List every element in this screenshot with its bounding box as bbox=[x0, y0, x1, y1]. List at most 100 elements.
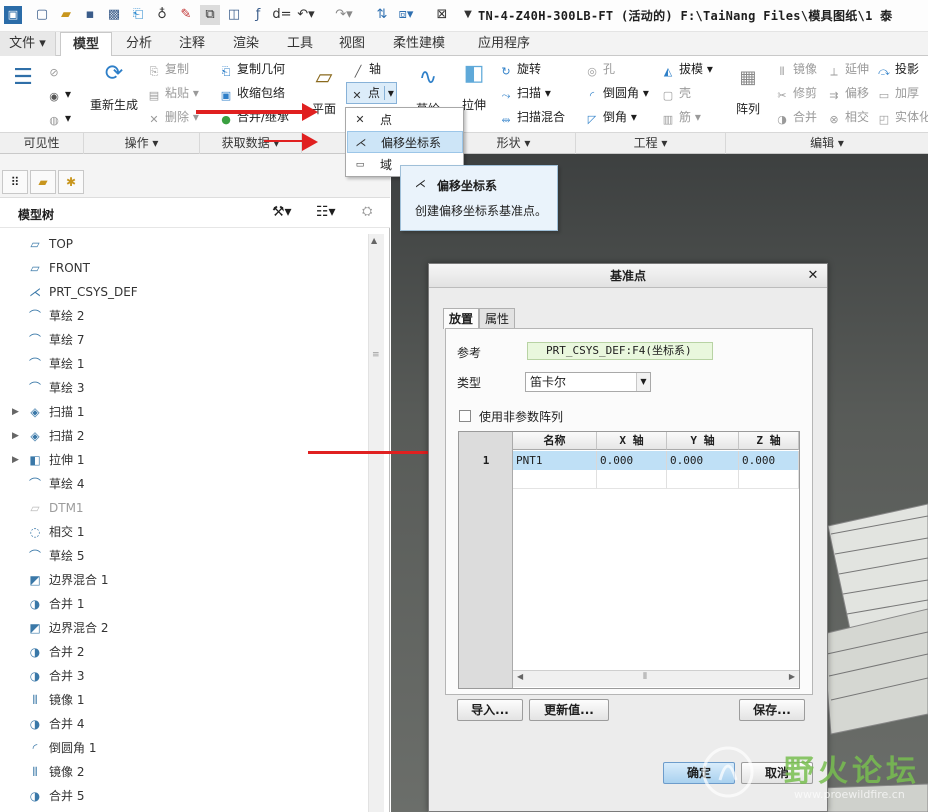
redo-icon[interactable]: ↷▾ bbox=[334, 5, 354, 25]
intersect-button[interactable]: ⊗ 相交 bbox=[826, 107, 869, 127]
tree-item[interactable]: ◑ 合并 4 bbox=[0, 712, 368, 736]
empty-cell[interactable] bbox=[597, 470, 667, 489]
tree-item[interactable]: ◩ 边界混合 1 bbox=[0, 568, 368, 592]
round-button[interactable]: ◜ 倒圆角 ▾ bbox=[584, 83, 649, 103]
tree-item[interactable]: ▶ ◈ 扫描 2 bbox=[0, 424, 368, 448]
reference-field[interactable]: PRT_CSYS_DEF:F4(坐标系) bbox=[527, 342, 713, 360]
regenerate-icon[interactable]: ⎗ bbox=[128, 5, 148, 25]
expand-arrow-icon[interactable]: ▶ bbox=[12, 400, 22, 424]
shell-button[interactable]: ▢ 壳 bbox=[660, 83, 691, 103]
row-index[interactable]: 1 bbox=[459, 451, 513, 470]
column-header-name[interactable]: 名称 bbox=[513, 432, 597, 450]
axis-button[interactable]: ╱ 轴 bbox=[350, 59, 381, 79]
delete-button[interactable]: ✕ 删除 ▾ bbox=[146, 107, 198, 127]
tree-item[interactable]: ⋌ PRT_CSYS_DEF bbox=[0, 280, 368, 304]
window-icon[interactable]: ⧉ bbox=[200, 5, 220, 25]
tree-item[interactable]: ◌ 相交 1 bbox=[0, 520, 368, 544]
tab-flexible-modeling[interactable]: 柔性建模 bbox=[384, 32, 454, 56]
tab-placement[interactable]: 放置 bbox=[443, 308, 480, 329]
scroll-up-icon[interactable]: ▲ bbox=[371, 236, 377, 245]
column-header-y[interactable]: Y 轴 bbox=[667, 432, 739, 450]
table-horizontal-scrollbar[interactable]: ◀ ⦀ ▶ bbox=[513, 670, 799, 687]
tree-item[interactable]: ⌒ 草绘 4 bbox=[0, 472, 368, 496]
regenerate-button[interactable]: ⟳ 重新生成 bbox=[88, 58, 140, 113]
quick-access-menu-icon[interactable]: ▼ bbox=[458, 5, 478, 25]
mirror-icon[interactable]: ◫ bbox=[224, 5, 244, 25]
scroll-grip-icon[interactable]: ≡ bbox=[372, 350, 380, 360]
trim-button[interactable]: ✂ 修剪 bbox=[774, 83, 817, 103]
app-icon[interactable]: ▣ bbox=[4, 6, 22, 24]
tab-render[interactable]: 渲染 bbox=[222, 32, 270, 56]
expand-arrow-icon[interactable]: ▶ bbox=[12, 448, 22, 472]
tab-applications[interactable]: 应用程序 bbox=[466, 32, 542, 56]
tab-tools[interactable]: 工具 bbox=[276, 32, 324, 56]
swept-blend-button[interactable]: ⥈ 扫描混合 bbox=[498, 107, 565, 127]
tree-item[interactable]: ⌒ 草绘 1 bbox=[0, 352, 368, 376]
switch-icon[interactable]: ⇅ bbox=[372, 5, 392, 25]
offset-button[interactable]: ⇉ 偏移 bbox=[826, 83, 869, 103]
tab-view[interactable]: 视图 bbox=[328, 32, 376, 56]
cell-x[interactable]: 0.000 bbox=[597, 451, 667, 470]
group-operations[interactable]: 操作 ▾ bbox=[84, 133, 200, 154]
column-header-x[interactable]: X 轴 bbox=[597, 432, 667, 450]
show-button[interactable]: ◉ ▾ bbox=[46, 84, 71, 104]
tree-item[interactable]: ⌒ 草绘 5 bbox=[0, 544, 368, 568]
group-visibility[interactable]: 可见性 bbox=[0, 133, 84, 154]
folder-browser-tab-icon[interactable]: ▰ bbox=[30, 170, 56, 194]
display-icon[interactable]: ✎ bbox=[176, 5, 196, 25]
scroll-right-icon[interactable]: ▶ bbox=[789, 672, 795, 681]
non-parametric-array-checkbox[interactable] bbox=[459, 410, 471, 422]
show-icon[interactable]: ☷▾ bbox=[316, 204, 336, 220]
scroll-grip-icon[interactable]: ⦀ bbox=[643, 672, 647, 682]
bulb-icon[interactable]: ♁ bbox=[152, 5, 172, 25]
tree-item[interactable]: ▱ TOP bbox=[0, 232, 368, 256]
expand-arrow-icon[interactable]: ▶ bbox=[12, 424, 22, 448]
empty-cell[interactable] bbox=[739, 470, 799, 489]
scroll-left-icon[interactable]: ◀ bbox=[517, 672, 523, 681]
tree-item[interactable]: ◑ 合并 2 bbox=[0, 640, 368, 664]
empty-cell[interactable] bbox=[667, 470, 739, 489]
paste-button[interactable]: ▤ 粘贴 ▾ bbox=[146, 83, 199, 103]
open-icon[interactable]: ▰ bbox=[56, 5, 76, 25]
close-icon[interactable]: ✕ bbox=[805, 268, 821, 284]
filter-icon[interactable]: ⛭ bbox=[362, 204, 372, 219]
save-copy-icon[interactable]: ▩ bbox=[104, 5, 124, 25]
tree-item[interactable]: ▱ DTM1 bbox=[0, 496, 368, 520]
tab-model[interactable]: 模型 bbox=[60, 32, 112, 57]
tree-item[interactable]: ◑ 合并 3 bbox=[0, 664, 368, 688]
function-icon[interactable]: ƒ bbox=[248, 5, 268, 25]
rib-button[interactable]: ▥ 筋 ▾ bbox=[660, 107, 701, 127]
menu-item-offset-csys[interactable]: ⋌ 偏移坐标系 bbox=[347, 131, 463, 153]
close-window-icon[interactable]: ⊠ bbox=[432, 5, 452, 25]
point-button[interactable]: ✕ 点 ▾ bbox=[346, 82, 397, 104]
menu-item-point[interactable]: ✕ 点 bbox=[347, 109, 463, 131]
empty-cell[interactable] bbox=[513, 470, 597, 489]
settings-icon[interactable]: ⚒▾ bbox=[272, 204, 292, 220]
group-get-data[interactable]: 获取数据 ▾ bbox=[200, 133, 302, 154]
import-button[interactable]: 导入... bbox=[457, 699, 523, 721]
group-editing[interactable]: 编辑 ▾ bbox=[726, 133, 928, 154]
group-engineering[interactable]: 工程 ▾ bbox=[576, 133, 726, 154]
shrinkwrap-button[interactable]: ▣ 收缩包络 bbox=[218, 83, 285, 103]
tab-analysis[interactable]: 分析 bbox=[114, 32, 164, 56]
d-equals-icon[interactable]: d= bbox=[272, 5, 292, 25]
extend-button[interactable]: ⟂ 延伸 bbox=[826, 59, 869, 79]
tree-item[interactable]: ▶ ◈ 扫描 1 bbox=[0, 400, 368, 424]
tree-item[interactable]: ⫴ 镜像 2 bbox=[0, 760, 368, 784]
group-shapes[interactable]: 形状 ▾ bbox=[452, 133, 576, 154]
hide-button[interactable]: ⊘ bbox=[46, 60, 65, 80]
tree-item[interactable]: ◑ 合并 5 bbox=[0, 784, 368, 808]
favorites-tab-icon[interactable]: ✱ bbox=[58, 170, 84, 194]
tab-annotate[interactable]: 注释 bbox=[168, 32, 216, 56]
type-select[interactable]: 笛卡尔 ▼ bbox=[525, 372, 651, 392]
thicken-button[interactable]: ▭ 加厚 bbox=[876, 83, 919, 103]
update-values-button[interactable]: 更新值... bbox=[529, 699, 609, 721]
tab-file[interactable]: 文件 ▾ bbox=[0, 32, 56, 56]
tree-scrollbar[interactable]: ▲ ≡ bbox=[368, 234, 384, 812]
tree-item[interactable]: ⌒ 草绘 3 bbox=[0, 376, 368, 400]
cell-name[interactable]: PNT1 bbox=[513, 451, 597, 470]
layers-button[interactable]: ☰ bbox=[6, 62, 40, 94]
solidify-button[interactable]: ◰ 实体化 bbox=[876, 107, 928, 127]
copy-button[interactable]: ⎘ 复制 bbox=[146, 59, 189, 79]
copy-geometry-button[interactable]: ⎗ 复制几何 bbox=[218, 59, 285, 79]
